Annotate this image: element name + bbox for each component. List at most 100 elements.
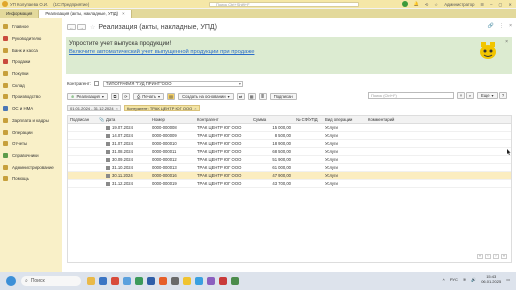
menu-icon[interactable]: ☰ — [480, 2, 484, 7]
chevron-up-icon[interactable]: ˄ — [442, 277, 444, 282]
table-row[interactable]: 19.07.2024 0000-000008 ТРАК ЦЕНТР ЮГ ООО 15… — [68, 124, 511, 132]
contractor-tag[interactable]: Контрагент: ТРАК ЦЕНТР ЮГ ООО × — [123, 105, 200, 111]
wifi-icon[interactable]: ≋ — [463, 277, 466, 282]
app-settings-icon[interactable] — [171, 277, 179, 285]
volume-icon[interactable]: 🔊 — [471, 277, 476, 282]
taskbar-search[interactable]: ⌕ Поиск — [21, 276, 81, 286]
app-browser-icon[interactable] — [111, 277, 119, 285]
col-sum[interactable]: Сумма — [251, 117, 294, 122]
start-icon[interactable] — [6, 276, 16, 286]
app-pdf-icon[interactable] — [219, 277, 227, 285]
global-search-input[interactable]: Поиск Ctrl+Shift+F — [209, 1, 359, 7]
col-signed[interactable]: Подписан — [68, 117, 97, 122]
promo-close-icon[interactable]: × — [505, 39, 508, 45]
sidebar-item-sales[interactable]: Продажи — [0, 56, 62, 68]
promo-link[interactable]: Включите автоматический учет выпущенной … — [69, 49, 254, 55]
contractor-checkbox[interactable] — [93, 81, 99, 86]
sidebar-item-manager[interactable]: Руководителю — [0, 33, 62, 45]
tab-close-icon[interactable]: × — [122, 11, 125, 16]
col-invoice[interactable]: № СФ/УПД — [294, 117, 323, 122]
history-icon[interactable]: ⟲ — [425, 2, 429, 7]
col-number[interactable]: Номер — [150, 117, 195, 122]
tasks-button[interactable]: ▤ — [167, 92, 176, 100]
chevron-down-icon[interactable]: ▾ — [239, 81, 241, 86]
app-excel-icon[interactable] — [135, 277, 143, 285]
more-vertical-icon[interactable]: ⋮ — [499, 23, 504, 29]
app-viber-icon[interactable] — [207, 277, 215, 285]
table-row[interactable]: 31.10.2024 0000-000013 ТРАК ЦЕНТР ЮГ ООО 61… — [68, 164, 511, 172]
more-button[interactable]: Еще ▾ — [477, 92, 498, 99]
forward-button[interactable]: → — [77, 24, 86, 30]
sidebar-item-bank[interactable]: Банк и касса — [0, 44, 62, 56]
last-page-icon[interactable]: » — [501, 254, 507, 259]
notification-center-icon[interactable]: ▭ — [506, 277, 510, 282]
app-word-icon[interactable] — [147, 277, 155, 285]
app-telegram-icon[interactable] — [195, 277, 203, 285]
notifications-icon[interactable] — [401, 1, 408, 7]
favorites-icon[interactable]: ☆ — [434, 2, 438, 7]
list-search-input[interactable]: Поиск (Ctrl+F) — [368, 92, 454, 99]
bell-icon[interactable]: 🔔 — [414, 1, 419, 7]
help-button[interactable]: ? — [499, 92, 507, 99]
copy-button[interactable]: ⧉ — [110, 92, 119, 100]
sidebar-item-salary[interactable]: Зарплата и кадры — [0, 115, 62, 127]
table-row[interactable]: 30.11.2024 0000-000016 ТРАК ЦЕНТР ЮГ ООО 47… — [68, 172, 511, 180]
tab-realization[interactable]: Реализация (акты, накладные, УПД) × — [39, 9, 132, 18]
search-button[interactable]: ⌕ — [466, 92, 474, 99]
realization-button[interactable]: ⊕ Реализация ▾ — [67, 92, 108, 100]
link-icon[interactable]: 🔗 — [488, 23, 494, 29]
sidebar-item-main[interactable]: Главное — [0, 21, 62, 33]
sidebar-item-reports[interactable]: Отчеты — [0, 138, 62, 150]
first-page-icon[interactable]: « — [477, 254, 483, 259]
table-row[interactable]: 31.07.2024 0000-000010 ТРАК ЦЕНТР ЮГ ООО 18… — [68, 140, 511, 148]
close-icon[interactable]: × — [116, 106, 118, 111]
close-icon[interactable]: × — [194, 106, 196, 111]
list-button[interactable]: ≣ — [258, 92, 267, 100]
sidebar-item-admin[interactable]: Администрирование — [0, 161, 62, 173]
sidebar-item-operations[interactable]: Операции — [0, 126, 62, 138]
table-row[interactable]: 31.12.2024 0000-000019 ТРАК ЦЕНТР ЮГ ООО 43… — [68, 180, 511, 188]
sidebar-item-help[interactable]: Помощь — [0, 173, 62, 185]
sidebar-item-catalogs[interactable]: Справочники — [0, 150, 62, 162]
col-comment[interactable]: Комментарий — [366, 117, 436, 122]
back-button[interactable]: ← — [67, 24, 76, 30]
table-row[interactable]: 14.07.2024 0000-000009 ТРАК ЦЕНТР ЮГ ООО 8 … — [68, 132, 511, 140]
favorite-star-icon[interactable]: ☆ — [90, 24, 95, 31]
keyboard-lang[interactable]: РУС — [450, 277, 458, 282]
period-tag[interactable]: 01.01.2024 - 31.12.2024 × — [67, 105, 121, 111]
refresh-button[interactable]: ⟳ — [121, 92, 130, 100]
window-close-icon[interactable]: × — [509, 23, 512, 29]
col-attachment[interactable]: 📎 — [97, 117, 104, 123]
sidebar-item-assets[interactable]: ОС и НМА — [0, 103, 62, 115]
app-yandex-icon[interactable] — [159, 277, 167, 285]
col-contractor[interactable]: Контрагент — [195, 117, 251, 122]
user-name[interactable]: Администратор — [444, 2, 474, 7]
search-clear-button[interactable]: × — [457, 92, 465, 99]
contractor-select[interactable]: ТИПОГРАФИЯ "ГУД ПРИНТ"ООО ▾ — [102, 80, 243, 87]
sidebar-item-production[interactable]: Производство — [0, 91, 62, 103]
col-date[interactable]: Дата — [104, 117, 150, 122]
close-icon[interactable]: ✕ — [508, 2, 512, 7]
prev-page-icon[interactable]: ‹ — [485, 254, 491, 259]
report-button[interactable]: ▦ — [247, 92, 256, 100]
app-whatsapp-icon[interactable] — [231, 277, 239, 285]
app-folder-icon[interactable] — [183, 277, 191, 285]
app-explorer-icon[interactable] — [99, 277, 107, 285]
app-edge-icon[interactable] — [123, 277, 131, 285]
edo-button[interactable]: ⇄ — [236, 92, 245, 100]
table-row[interactable]: 31.08.2024 0000-000011 ТРАК ЦЕНТР ЮГ ООО 68… — [68, 148, 511, 156]
table-row[interactable]: 30.09.2024 0000-000012 ТРАК ЦЕНТР ЮГ ООО 51… — [68, 156, 511, 164]
title-bar: УП Колупаева О.И. (1С:Предприятие) Поиск… — [0, 0, 516, 8]
tab-info[interactable]: Информация — [0, 9, 40, 18]
col-operation[interactable]: Вид операции — [323, 117, 366, 122]
next-page-icon[interactable]: › — [493, 254, 499, 259]
sidebar-item-purchases[interactable]: Покупки — [0, 68, 62, 80]
sidebar-item-warehouse[interactable]: Склад — [0, 79, 62, 91]
print-button[interactable]: ⎙ Печать ▾ — [132, 92, 165, 100]
signed-button[interactable]: Подписан — [269, 92, 297, 100]
maximize-icon[interactable]: ▢ — [499, 2, 503, 7]
minimize-icon[interactable]: – — [490, 2, 492, 7]
app-1c-icon[interactable] — [87, 277, 95, 285]
clock[interactable]: 15:43 06.01.2025 — [481, 274, 501, 284]
create-based-button[interactable]: Создать на основании ▾ — [178, 92, 234, 100]
